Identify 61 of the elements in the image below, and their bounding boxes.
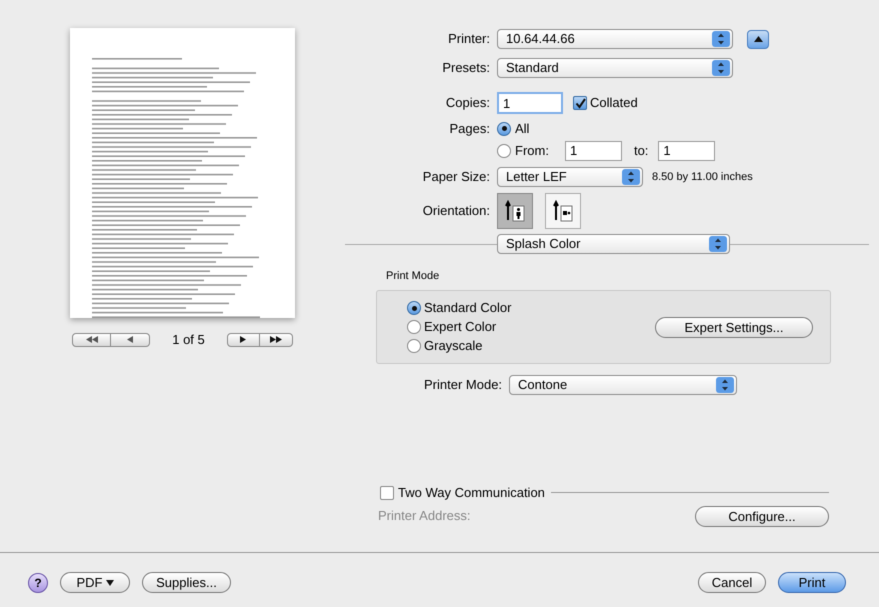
field-label: Copies: — [444, 94, 490, 112]
radio-label: Standard Color — [424, 299, 512, 318]
radio-button[interactable] — [497, 122, 511, 136]
printer-popup[interactable]: 10.64.44.66 — [497, 29, 733, 49]
paper-size-popup[interactable]: Letter LEF — [497, 167, 643, 187]
last-page-button[interactable] — [260, 332, 293, 347]
radio-button[interactable] — [407, 320, 421, 334]
configure-button[interactable]: Configure... — [695, 506, 829, 526]
field-label: Paper Size: — [422, 168, 490, 186]
radio-button[interactable] — [407, 339, 421, 353]
to-page-field[interactable]: 1 — [658, 140, 716, 160]
double-left-arrow-icon — [86, 336, 98, 344]
expert-settings-button[interactable]: Expert Settings... — [655, 316, 813, 338]
stepper-arrows-icon — [622, 169, 640, 185]
printer-address-label: Printer Address: — [378, 507, 470, 526]
orientation-button[interactable] — [545, 193, 581, 229]
portrait-orientation-icon — [505, 200, 525, 222]
stepper-arrows-icon — [712, 31, 730, 47]
cancel-button[interactable]: Cancel — [698, 572, 766, 593]
help-button[interactable]: ? — [28, 572, 48, 592]
checkbox-label: Two Way Communication — [398, 484, 545, 502]
presets-popup[interactable]: Standard — [497, 58, 733, 78]
field-label: Orientation: — [422, 202, 490, 220]
double-right-arrow-icon — [270, 336, 282, 344]
radio-label: Expert Color — [424, 318, 496, 336]
radio-label: Grayscale — [424, 337, 483, 356]
next-page-button[interactable] — [226, 332, 260, 347]
stepper-arrows-icon — [709, 236, 727, 252]
copies-field[interactable]: 1 — [497, 92, 563, 114]
section-title: Print Mode — [386, 270, 440, 282]
first-page-button[interactable] — [72, 332, 112, 347]
pdf-menu-button[interactable]: PDF — [60, 572, 130, 593]
collated-label: Collated — [590, 94, 638, 112]
radio-label: From: — [515, 142, 549, 160]
radio-label: All — [515, 120, 530, 138]
printer-mode-popup[interactable]: Contone — [509, 375, 738, 395]
page-counter: 1 of 5 — [172, 331, 205, 349]
checkbox[interactable] — [380, 486, 394, 500]
from-page-field[interactable]: 1 — [564, 140, 622, 160]
stepper-arrows-icon — [716, 377, 734, 393]
field-label: Printer Mode: — [424, 376, 502, 394]
field-label: Printer: — [447, 30, 490, 48]
right-arrow-icon — [240, 336, 246, 344]
to-label: to: — [634, 142, 648, 160]
disclosure-button[interactable] — [747, 30, 769, 48]
up-triangle-icon — [754, 36, 762, 42]
down-triangle-icon — [106, 580, 114, 586]
radio-button[interactable] — [407, 301, 421, 315]
landscape-orientation-icon — [553, 200, 573, 222]
paper-dimensions: 8.50 by 11.00 inches — [652, 170, 753, 185]
panel-popup[interactable]: Splash Color — [497, 234, 730, 254]
supplies-button[interactable]: Supplies... — [142, 572, 231, 593]
radio-button[interactable] — [497, 144, 511, 158]
orientation-button[interactable] — [497, 193, 533, 229]
field-label: Presets: — [441, 59, 490, 78]
left-arrow-icon — [127, 336, 134, 344]
print-button[interactable]: Print — [778, 572, 846, 593]
stepper-arrows-icon — [712, 60, 730, 76]
previous-page-button[interactable] — [111, 332, 150, 347]
checkbox[interactable] — [573, 96, 587, 110]
field-label: Pages: — [448, 120, 490, 138]
